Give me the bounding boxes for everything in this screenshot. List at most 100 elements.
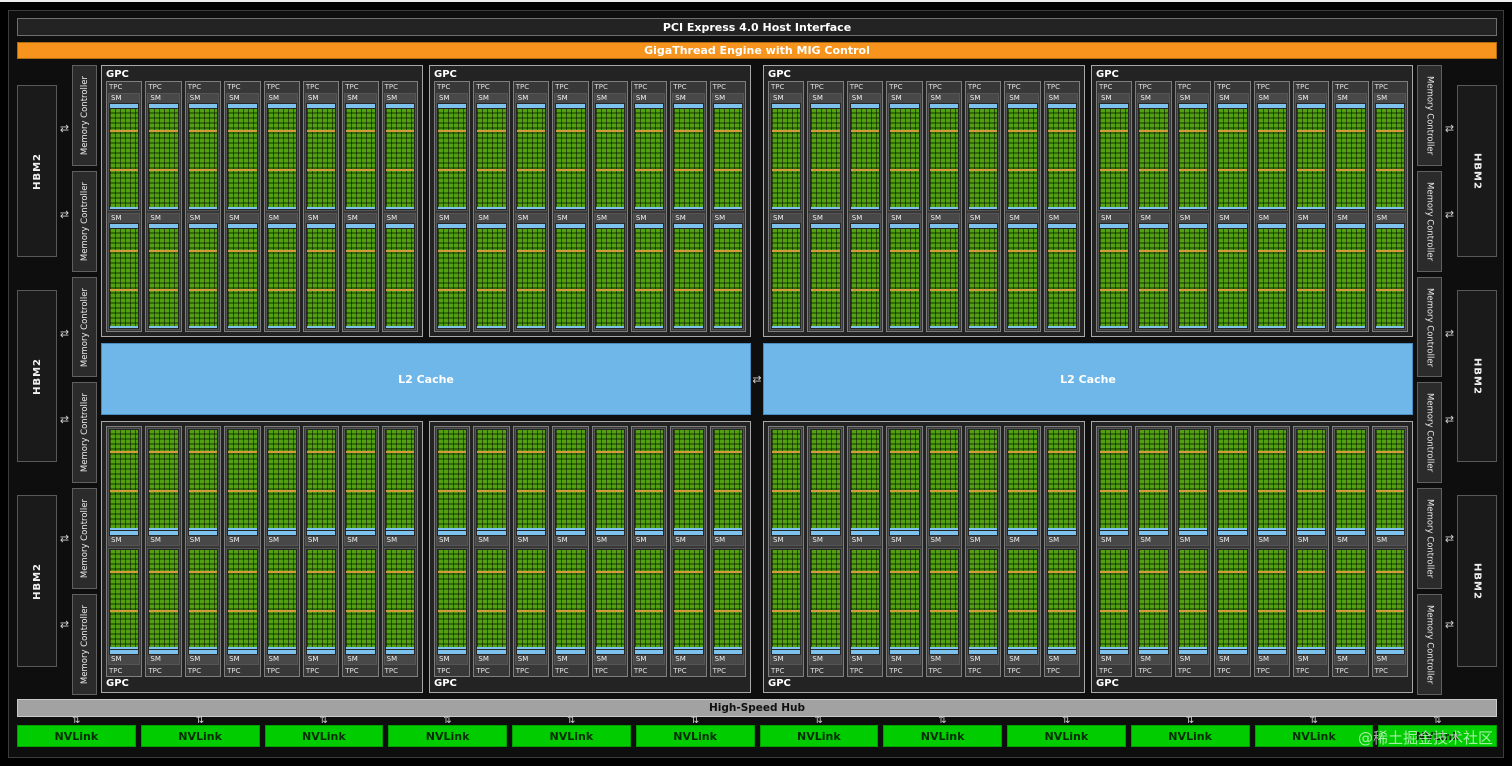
gpc-grid: GPCTPCSMSMTPCSMSMTPCSMSMTPCSMSMTPCSMSMTP… [97, 65, 1417, 695]
sm-core-grid [477, 109, 505, 209]
sm-label: SM [929, 536, 959, 545]
double-arrow-icon: ⇄ [1445, 619, 1454, 630]
sm-l1-strip [477, 531, 505, 535]
sm-block: SM [1137, 213, 1169, 331]
sm-label: SM [595, 536, 625, 545]
tpc-block: TPCSMSM [106, 426, 142, 677]
gpc-block: GPCTPCSMSMTPCSMSMTPCSMSMTPCSMSMTPCSMSMTP… [1091, 65, 1413, 337]
sm-label: SM [968, 655, 998, 664]
sm-label: SM [1217, 94, 1247, 103]
sm-label: SM [810, 655, 840, 664]
sm-label: SM [345, 655, 375, 664]
sm-l1-strip [1258, 224, 1286, 228]
sm-label: SM [109, 94, 139, 103]
sm-core-grid [189, 430, 217, 530]
sm-l1-strip [346, 104, 374, 108]
tpc-row: TPCSMSMTPCSMSMTPCSMSMTPCSMSMTPCSMSMTPCSM… [434, 81, 746, 332]
sm-label: SM [1138, 536, 1168, 545]
sm-core-grid [714, 229, 742, 329]
sm-l1-strip [596, 104, 624, 108]
sm-block: SM [849, 213, 881, 331]
sm-block: SM [436, 213, 468, 331]
sm-core-grid [268, 430, 296, 530]
tpc-block: TPCSMSM [106, 81, 142, 332]
gpc-label: GPC [434, 68, 746, 81]
sm-l1-strip [556, 531, 584, 535]
sm-label: SM [148, 536, 178, 545]
gpc-block: GPCTPCSMSMTPCSMSMTPCSMSMTPCSMSMTPCSMSMTP… [429, 65, 751, 337]
sm-block: SM [1177, 213, 1209, 331]
double-arrow-icon: ⇄ [60, 414, 69, 425]
memory-controller-strip: Memory Controller [1417, 488, 1442, 589]
sm-core-grid [1179, 229, 1207, 329]
tpc-block: TPCSMSM [1254, 426, 1290, 677]
hbm2-block: HBM2 [17, 290, 57, 462]
gpc-half-bottom-left: GPCTPCSMSMTPCSMSMTPCSMSMTPCSMSMTPCSMSMTP… [101, 421, 751, 693]
tpc-label: TPC [849, 667, 881, 675]
sm-label: SM [1047, 214, 1077, 223]
tpc-label: TPC [1216, 667, 1248, 675]
sm-core-grid [596, 109, 624, 209]
sm-block: SM [436, 93, 468, 211]
sm-label: SM [810, 94, 840, 103]
sm-label: SM [516, 94, 546, 103]
sm-l1-strip [189, 104, 217, 108]
tpc-label: TPC [1374, 83, 1406, 91]
memory-controller-strip: Memory Controller [72, 65, 97, 166]
double-arrow-icon: ⇅ [320, 716, 328, 726]
sm-block: SM [1046, 428, 1078, 546]
tpc-block: TPCSMSM [886, 426, 922, 677]
tpc-block: TPCSMSM [847, 81, 883, 332]
sm-l1-strip [1218, 531, 1246, 535]
double-arrow-icon: ⇅ [1433, 716, 1441, 726]
sm-l1-strip [714, 104, 742, 108]
tpc-label: TPC [1137, 667, 1169, 675]
sm-label: SM [713, 214, 743, 223]
sm-l1-strip [1218, 104, 1246, 108]
sm-l1-strip [1048, 650, 1076, 654]
sm-block: SM [1006, 93, 1038, 211]
tpc-block: TPCSMSM [513, 81, 549, 332]
sm-l1-strip [386, 531, 414, 535]
sm-label: SM [1138, 94, 1168, 103]
sm-l1-strip [890, 650, 918, 654]
sm-l1-strip [346, 531, 374, 535]
sm-block: SM [226, 213, 258, 331]
tpc-label: TPC [187, 83, 219, 91]
sm-l1-strip [110, 531, 138, 535]
sm-l1-strip [1336, 104, 1364, 108]
sm-block: SM [770, 428, 802, 546]
sm-label: SM [968, 214, 998, 223]
sm-core-grid [189, 550, 217, 650]
sm-l1-strip [1008, 650, 1036, 654]
tpc-label: TPC [475, 667, 507, 675]
sm-l1-strip [517, 531, 545, 535]
hbm2-block: HBM2 [1457, 290, 1497, 462]
sm-block: SM [594, 428, 626, 546]
sm-block: SM [344, 93, 376, 211]
sm-l1-strip [851, 104, 879, 108]
gpc-block: GPCTPCSMSMTPCSMSMTPCSMSMTPCSMSMTPCSMSMTP… [763, 65, 1085, 337]
nvlink-arrow-cell: ⇅ [141, 716, 260, 725]
tpc-label: TPC [1256, 667, 1288, 675]
sm-core-grid [635, 550, 663, 650]
sm-l1-strip [969, 650, 997, 654]
tpc-row: TPCSMSMTPCSMSMTPCSMSMTPCSMSMTPCSMSMTPCSM… [106, 426, 418, 677]
hbm2-block: HBM2 [17, 85, 57, 257]
tpc-block: TPCSMSM [552, 426, 588, 677]
sm-core-grid [1008, 109, 1036, 209]
sm-l1-strip [811, 224, 839, 228]
sm-core-grid [1218, 229, 1246, 329]
sm-core-grid [811, 430, 839, 530]
tpc-block: TPCSMSM [303, 426, 339, 677]
sm-l1-strip [714, 531, 742, 535]
tpc-label: TPC [712, 83, 744, 91]
sm-core-grid [477, 229, 505, 329]
tpc-block: TPCSMSM [592, 426, 628, 677]
sm-block: SM [633, 428, 665, 546]
gpc-label: GPC [106, 68, 418, 81]
tpc-block: TPCSMSM [303, 81, 339, 332]
sm-l1-strip [851, 531, 879, 535]
sm-core-grid [1336, 229, 1364, 329]
tpc-block: TPCSMSM [342, 426, 378, 677]
